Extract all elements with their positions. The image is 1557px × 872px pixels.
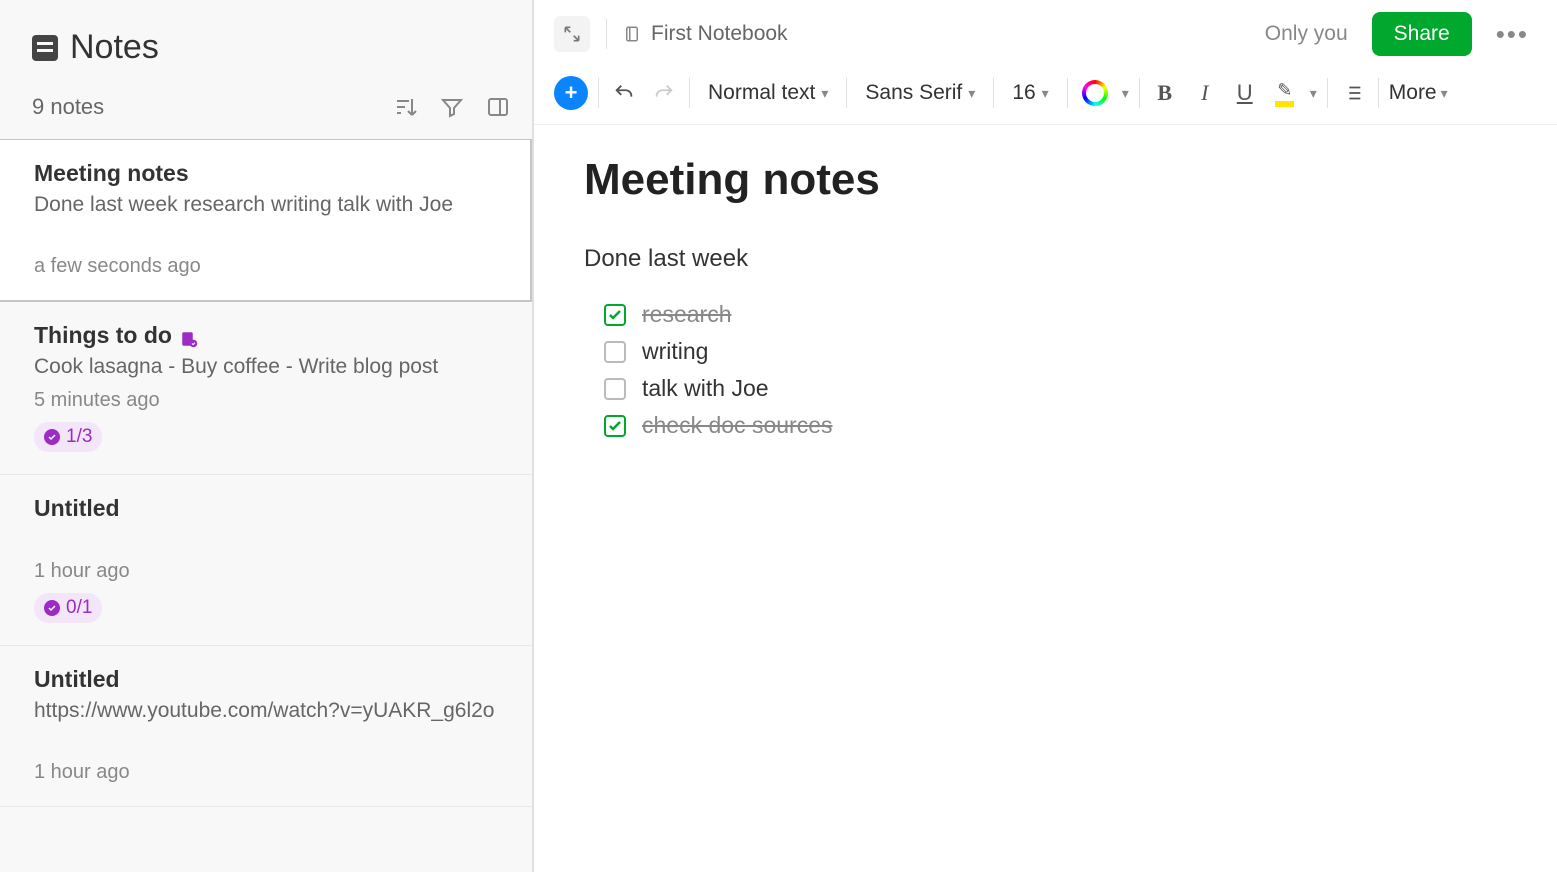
more-menu-button[interactable]: ••• (1488, 19, 1537, 50)
checklist-item-text: research (642, 301, 731, 328)
note-item-time: 1 hour ago (34, 560, 498, 583)
more-formatting-button[interactable]: More ▾ (1389, 81, 1448, 105)
checklist-item[interactable]: writing (604, 338, 1507, 365)
sort-button[interactable] (392, 93, 420, 121)
note-item-time: 1 hour ago (34, 761, 498, 784)
redo-button[interactable] (649, 76, 679, 110)
check-circle-icon (44, 600, 60, 616)
undo-button[interactable] (609, 76, 639, 110)
note-item-snippet: Done last week research writing talk wit… (34, 193, 496, 217)
chevron-down-icon: ▾ (968, 85, 975, 102)
text-style-selector[interactable]: Normal text ▾ (700, 81, 836, 105)
formatting-toolbar: + Normal text ▾ Sans Serif ▾ 16 ▾ ▾ B I (534, 68, 1557, 125)
checkbox[interactable] (604, 304, 626, 326)
underline-button[interactable]: U (1230, 76, 1260, 110)
font-size-selector[interactable]: 16 ▾ (1004, 81, 1056, 105)
highlighter-icon: ✎ (1275, 80, 1294, 107)
note-item-title: Things to do (34, 322, 498, 349)
bold-button[interactable]: B (1150, 76, 1180, 110)
font-family-label: Sans Serif (865, 81, 962, 105)
chevron-down-icon: ▾ (1042, 85, 1049, 102)
divider (689, 78, 690, 108)
view-toggle-button[interactable] (484, 93, 512, 121)
task-progress-badge: 1/3 (34, 422, 102, 452)
sidebar-header: Notes (0, 0, 532, 83)
highlight-button[interactable]: ✎ (1270, 76, 1300, 110)
divider (993, 78, 994, 108)
note-title[interactable]: Meeting notes (584, 155, 1507, 205)
checklist-item-text: check doc sources (642, 412, 832, 439)
checkbox[interactable] (604, 341, 626, 363)
filter-button[interactable] (438, 93, 466, 121)
divider (1067, 78, 1068, 108)
divider (606, 19, 607, 49)
task-note-icon (180, 327, 198, 345)
note-editor[interactable]: Meeting notes Done last week research wr… (534, 125, 1557, 479)
note-item-title: Untitled (34, 666, 498, 693)
chevron-down-icon[interactable]: ▾ (1122, 85, 1129, 102)
checklist-item-text: talk with Joe (642, 375, 769, 402)
note-item[interactable]: Untitled 1 hour ago 0/1 (0, 475, 532, 646)
checkbox[interactable] (604, 378, 626, 400)
divider (1378, 78, 1379, 108)
editor-panel: First Notebook Only you Share ••• + Norm… (534, 0, 1557, 872)
divider (1327, 78, 1328, 108)
task-progress-text: 0/1 (66, 597, 92, 619)
note-item-title: Untitled (34, 495, 498, 522)
checklist-item[interactable]: research (604, 301, 1507, 328)
font-family-selector[interactable]: Sans Serif ▾ (857, 81, 983, 105)
note-item-time: 5 minutes ago (34, 389, 498, 412)
note-item-title-text: Things to do (34, 322, 172, 349)
note-item-time: a few seconds ago (34, 255, 496, 278)
sidebar-title: Notes (70, 28, 159, 67)
more-label: More (1389, 81, 1437, 105)
task-progress-text: 1/3 (66, 426, 92, 448)
divider (598, 78, 599, 108)
checkbox[interactable] (604, 415, 626, 437)
note-list[interactable]: Meeting notes Done last week research wr… (0, 139, 532, 872)
note-item-snippet: https://www.youtube.com/watch?v=yUAKR_g6… (34, 699, 498, 723)
note-count: 9 notes (32, 94, 104, 120)
notes-sidebar: Notes 9 notes Meeting notes Done last we… (0, 0, 534, 872)
expand-button[interactable] (554, 16, 590, 52)
chevron-down-icon: ▾ (821, 85, 828, 102)
sidebar-subheader: 9 notes (0, 83, 532, 139)
italic-button[interactable]: I (1190, 76, 1220, 110)
note-item[interactable]: Meeting notes Done last week research wr… (0, 139, 532, 302)
note-item[interactable]: Untitled https://www.youtube.com/watch?v… (0, 646, 532, 807)
checklist-item-text: writing (642, 338, 708, 365)
list-button[interactable] (1338, 76, 1368, 110)
task-progress-badge: 0/1 (34, 593, 102, 623)
chevron-down-icon[interactable]: ▾ (1310, 85, 1317, 102)
note-item-snippet: Cook lasagna - Buy coffee - Write blog p… (34, 355, 498, 379)
divider (1139, 78, 1140, 108)
visibility-label: Only you (1265, 22, 1348, 46)
checklist[interactable]: research writing talk with Joe check doc… (584, 301, 1507, 439)
editor-topbar: First Notebook Only you Share ••• (534, 0, 1557, 68)
notebook-name: First Notebook (651, 22, 788, 46)
check-circle-icon (44, 429, 60, 445)
text-style-label: Normal text (708, 81, 815, 105)
chevron-down-icon: ▾ (1441, 85, 1448, 102)
font-size-label: 16 (1012, 81, 1035, 105)
notebook-icon (623, 23, 641, 45)
note-item[interactable]: Things to do Cook lasagna - Buy coffee -… (0, 302, 532, 475)
checklist-item[interactable]: talk with Joe (604, 375, 1507, 402)
share-button[interactable]: Share (1372, 12, 1472, 56)
text-color-button[interactable] (1078, 76, 1112, 110)
note-item-title: Meeting notes (34, 160, 496, 187)
divider (846, 78, 847, 108)
checklist-item[interactable]: check doc sources (604, 412, 1507, 439)
insert-button[interactable]: + (554, 76, 588, 110)
notebook-selector[interactable]: First Notebook (623, 22, 788, 46)
color-wheel-icon (1082, 80, 1108, 106)
note-section-heading[interactable]: Done last week (584, 245, 1507, 273)
notes-icon (32, 35, 58, 61)
